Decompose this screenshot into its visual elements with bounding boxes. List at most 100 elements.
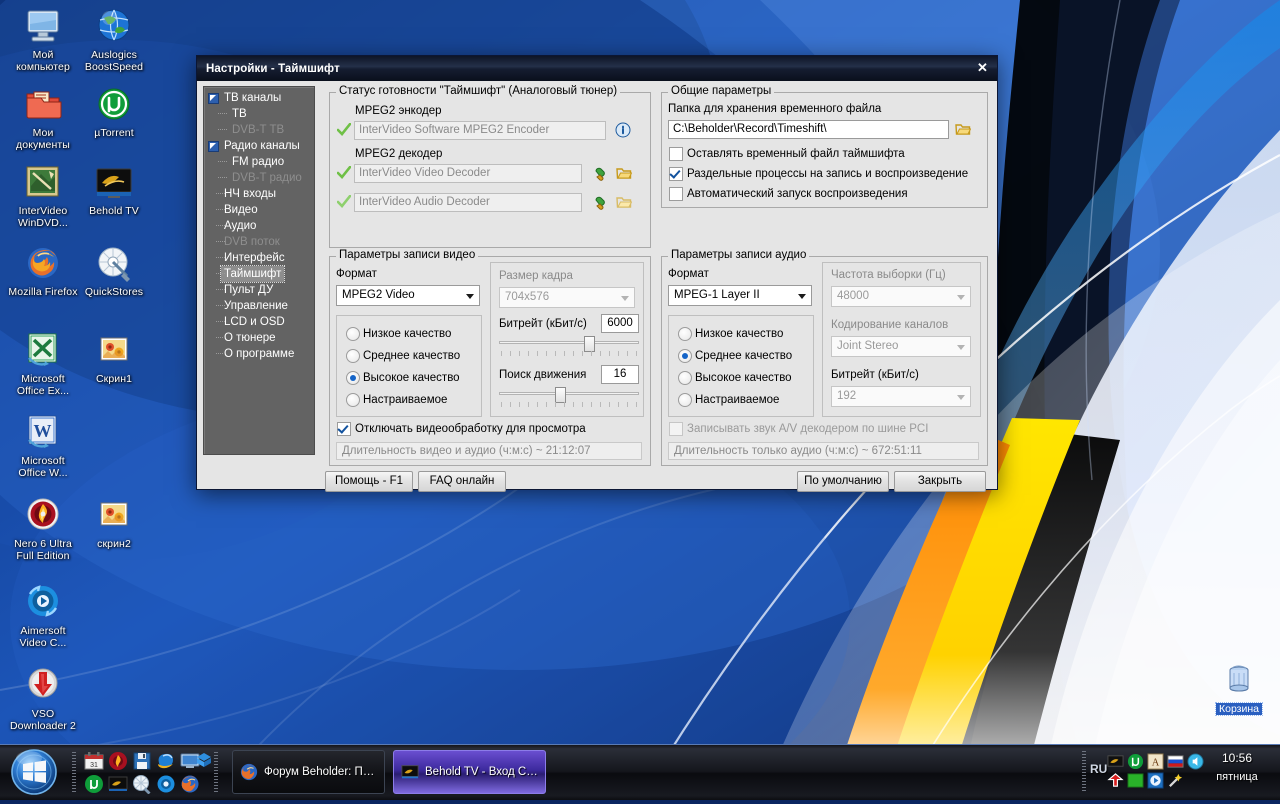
desktop-icon-utorrent[interactable]: µTorrent (77, 84, 151, 139)
desktop-icon-skrin1[interactable]: Скрин1 (77, 330, 151, 385)
desktop-icon-microsoft-office-word[interactable]: W MicrosoftOffice W... (6, 412, 80, 479)
desktop-icon-recycle-bin[interactable]: Корзина (1202, 660, 1276, 715)
punto-switcher-icon[interactable]: A (1147, 753, 1164, 770)
desktop-icon-microsoft-office-excel[interactable]: MicrosoftOffice Ex... (6, 330, 80, 397)
nero-icon[interactable] (108, 751, 128, 771)
expander-icon[interactable] (208, 141, 219, 152)
info-icon[interactable] (615, 122, 631, 138)
internet-explorer-icon[interactable] (156, 751, 176, 771)
start-button[interactable] (3, 745, 65, 799)
tray-grip[interactable] (1082, 751, 1086, 793)
desktop-icon-auslogics-boostspeed[interactable]: AuslogicsBoostSpeed (77, 6, 151, 73)
tree-item-low-freq-inputs[interactable]: НЧ входы (204, 186, 314, 202)
green-status-icon[interactable] (1127, 772, 1144, 789)
video-format-label: Формат (336, 268, 377, 280)
desktop-icon-aimersoft-video-converter[interactable]: AimersoftVideo C... (6, 582, 80, 649)
browse-folder-icon[interactable] (955, 121, 971, 137)
aimersoft-icon[interactable] (156, 774, 176, 794)
folder-open-icon[interactable] (616, 165, 632, 181)
tree-item-radio-channels[interactable]: Радио каналы (204, 138, 314, 154)
vso-icon (23, 665, 63, 705)
calendar-icon[interactable]: 31 (84, 751, 104, 771)
close-icon[interactable]: ✕ (973, 59, 992, 77)
close-button[interactable]: Закрыть (894, 471, 986, 492)
tree-item-management[interactable]: Управление (204, 298, 314, 314)
disable-postprocessing-checkbox[interactable]: Отключать видеообработку для просмотра (337, 422, 586, 436)
help-button[interactable]: Помощь - F1 (325, 471, 413, 492)
tree-item-timeshift[interactable]: Таймшифт (204, 266, 314, 282)
tree-item-dvb-stream[interactable]: DVB поток (204, 234, 314, 250)
language-indicator[interactable]: RU (1090, 762, 1107, 776)
video-quality-low-radio[interactable]: Низкое качество (346, 327, 451, 341)
tree-item-tv[interactable]: ТВ (204, 106, 314, 122)
video-quality-custom-radio[interactable]: Настраиваемое (346, 393, 447, 407)
audio-quality-high-radio[interactable]: Высокое качество (678, 371, 792, 385)
desktop-icon-vso-downloader[interactable]: VSODownloader 2 (6, 665, 80, 732)
tree-item-video[interactable]: Видео (204, 202, 314, 218)
day-of-week[interactable]: пятница (1200, 771, 1274, 783)
expander-icon[interactable] (208, 93, 219, 104)
utorrent-icon[interactable] (84, 774, 104, 794)
audio-format-combo[interactable]: MPEG-1 Layer II (668, 285, 812, 306)
audio-quality-medium-radio[interactable]: Среднее качество (678, 349, 792, 363)
taskbar-button-behold-tv[interactable]: Behold TV - Вход Со... (393, 750, 546, 794)
quickstores-icon[interactable] (132, 774, 152, 794)
video-quality-medium-radio[interactable]: Среднее качество (346, 349, 460, 363)
settings-tree[interactable]: ТВ каналы ТВ DVB-T ТВ Радио каналы FM ра… (203, 86, 315, 455)
russian-flag-icon[interactable] (1167, 753, 1184, 770)
taskbar-button-forum-beholder[interactable]: Форум Beholder: Про... (232, 750, 385, 794)
faq-button[interactable]: FAQ онлайн (418, 471, 506, 492)
desktop-icon-skrin2[interactable]: скрин2 (77, 495, 151, 550)
desktop-icon-nero-6-ultra[interactable]: Nero 6 UltraFull Edition (6, 495, 80, 562)
video-bitrate-slider[interactable] (499, 336, 639, 348)
temp-folder-input[interactable]: C:\Beholder\Record\Timeshift\ (668, 120, 949, 139)
desktop-icon-my-documents[interactable]: Моидокументы (6, 84, 80, 151)
separate-processes-checkbox[interactable]: Раздельные процессы на запись и воспроиз… (669, 167, 968, 181)
audio-bitrate-value: 192 (837, 390, 856, 402)
desktop-icon-behold-tv[interactable]: Behold TV (77, 162, 151, 217)
tree-item-about-tuner[interactable]: О тюнере (204, 330, 314, 346)
media-player-icon[interactable] (1147, 772, 1164, 789)
tree-item-remote-control[interactable]: Пульт ДУ (204, 282, 314, 298)
tree-item-dvbt-tv[interactable]: DVB-T ТВ (204, 122, 314, 138)
audio-quality-custom-radio[interactable]: Настраиваемое (678, 393, 779, 407)
slider-thumb[interactable] (584, 336, 595, 352)
slider-thumb[interactable] (555, 387, 566, 403)
desktop-icon-quickstores[interactable]: QuickStores (77, 243, 151, 298)
magic-wand-icon[interactable] (1167, 772, 1184, 789)
tree-item-fm-radio[interactable]: FM радио (204, 154, 314, 170)
save-icon[interactable] (132, 751, 152, 771)
defaults-button[interactable]: По умолчанию (797, 471, 889, 492)
desktop-icon-mozilla-firefox[interactable]: Mozilla Firefox (6, 243, 80, 298)
utorrent-tray-icon[interactable] (1127, 753, 1144, 770)
desktop-icon-my-computer[interactable]: Мойкомпьютер (6, 6, 80, 73)
plugin-icon[interactable] (592, 194, 608, 210)
beholdtv-icon[interactable] (108, 774, 128, 794)
auto-start-playback-checkbox[interactable]: Автоматический запуск воспроизведения (669, 187, 908, 201)
video-quality-high-radio[interactable]: Высокое качество (346, 371, 460, 385)
motion-search-slider[interactable] (499, 387, 639, 399)
tree-item-about-program[interactable]: О программе (204, 346, 314, 362)
tree-item-tv-channels[interactable]: ТВ каналы (204, 90, 314, 106)
motion-search-value[interactable]: 16 (601, 365, 639, 384)
quick-launch-grip-end[interactable] (214, 752, 218, 793)
dialog-titlebar[interactable]: Настройки - Таймшифт ✕ (197, 56, 997, 81)
update-arrow-icon[interactable] (1107, 772, 1124, 789)
desktop-icon-intervideo-windvd[interactable]: InterVideoWinDVD... (6, 162, 80, 229)
video-format-combo[interactable]: MPEG2 Video (336, 285, 480, 306)
folder-open-icon[interactable] (616, 194, 632, 210)
video-bitrate-value[interactable]: 6000 (601, 314, 639, 333)
tree-item-lcd-osd[interactable]: LCD и OSD (204, 314, 314, 330)
firefox-icon (23, 243, 63, 283)
tree-item-dvbt-radio[interactable]: DVB-T радио (204, 170, 314, 186)
tree-item-audio[interactable]: Аудио (204, 218, 314, 234)
firefox-icon[interactable] (180, 774, 200, 794)
clock[interactable]: 10:56 (1200, 751, 1274, 765)
quick-launch-grip[interactable] (72, 752, 76, 793)
plugin-icon[interactable] (592, 165, 608, 181)
dropbox-icon[interactable] (194, 751, 214, 771)
tree-item-interface[interactable]: Интерфейс (204, 250, 314, 266)
keep-temp-file-checkbox[interactable]: Оставлять временный файл таймшифта (669, 147, 905, 161)
beholdtv-tray-icon[interactable] (1107, 753, 1124, 770)
audio-quality-low-radio[interactable]: Низкое качество (678, 327, 783, 341)
